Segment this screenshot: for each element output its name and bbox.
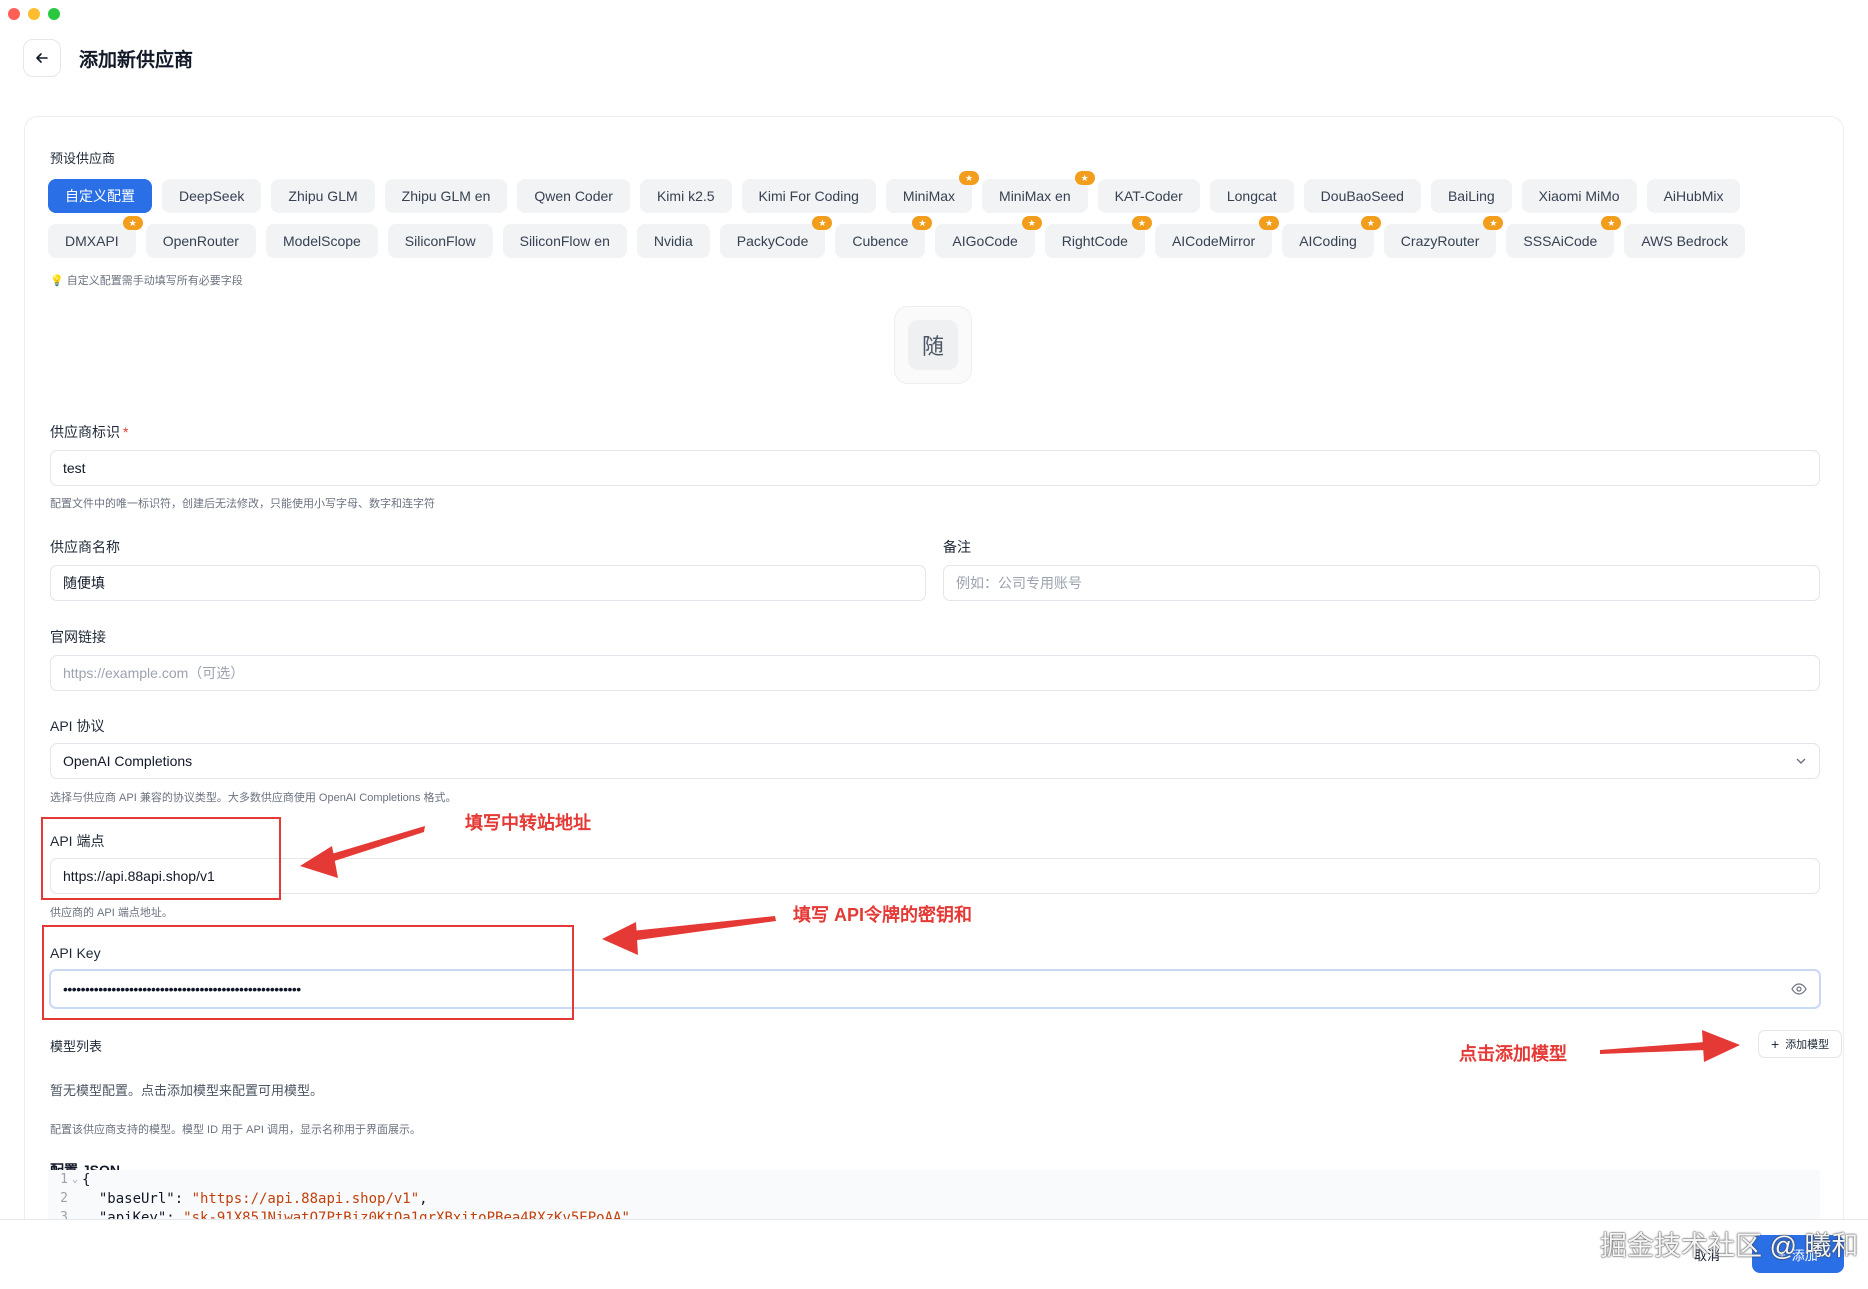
footer-bar <box>0 1219 1868 1289</box>
watermark: 掘金技术社区 @ 曦和 <box>1600 1231 1859 1261</box>
annotation-add-model-text: 点击添加模型 <box>1459 1044 1567 1064</box>
arrow-left-icon-endpoint <box>300 826 425 878</box>
annotation-arrows <box>300 826 1740 1062</box>
arrow-left-icon-api-key <box>602 916 776 955</box>
annotation-endpoint-text: 填写中转站地址 <box>465 813 591 833</box>
annotation-api-key-text: 填写 API令牌的密钥和 <box>793 905 973 925</box>
arrow-right-icon-add-model <box>1600 1030 1740 1062</box>
